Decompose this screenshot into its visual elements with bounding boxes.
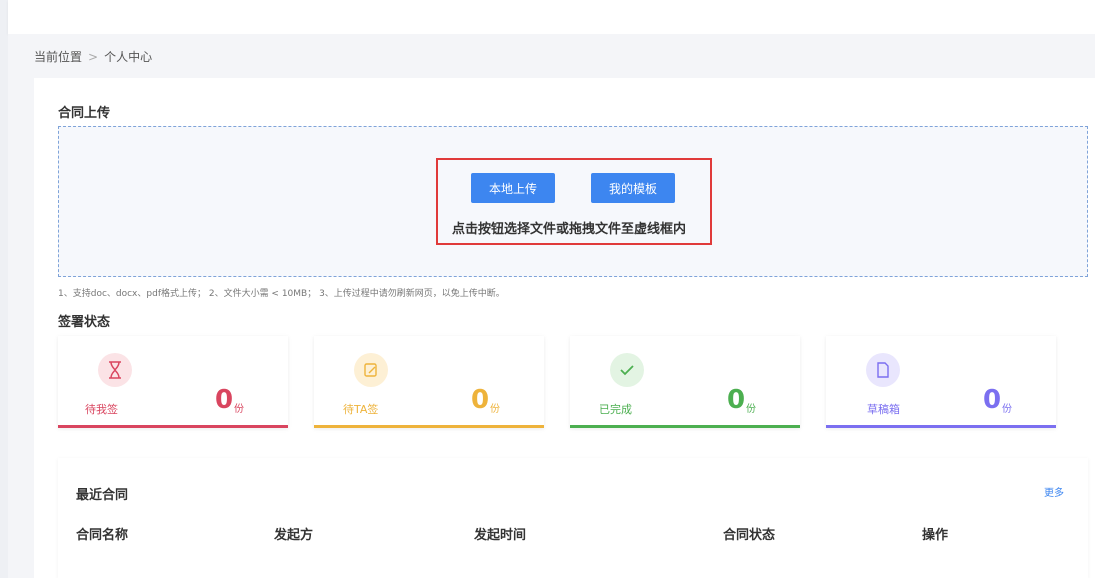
status-card-label: 已完成 bbox=[599, 403, 632, 416]
status-card-unit: 份 bbox=[1002, 404, 1012, 415]
status-card-label: 草稿箱 bbox=[867, 403, 900, 416]
hourglass-icon bbox=[109, 361, 121, 379]
recent-contracts-title: 最近合同 bbox=[76, 488, 129, 503]
upload-notes: 1、支持doc、docx、pdf格式上传； 2、文件大小需 < 10MB； 3、… bbox=[58, 289, 505, 299]
column-header-initiator: 发起方 bbox=[274, 528, 314, 543]
my-template-button[interactable]: 我的模板 bbox=[591, 173, 675, 203]
breadcrumb-label: 当前位置 bbox=[34, 50, 83, 64]
upload-hint-text: 点击按钮选择文件或拖拽文件至虚线框内 bbox=[452, 222, 687, 237]
status-card-bar bbox=[314, 425, 544, 428]
status-card-count: 0 bbox=[983, 385, 1002, 415]
status-card-bar bbox=[58, 425, 288, 428]
status-card-unit: 份 bbox=[234, 404, 244, 415]
status-card-unit: 份 bbox=[746, 404, 756, 415]
status-card-label: 待TA签 bbox=[343, 403, 379, 416]
status-section-title: 签署状态 bbox=[58, 315, 111, 330]
recent-contracts-panel: 最近合同 更多 合同名称 发起方 发起时间 合同状态 操作 bbox=[58, 458, 1088, 578]
edit-note-icon bbox=[364, 363, 377, 377]
more-link[interactable]: 更多 bbox=[1044, 484, 1064, 499]
breadcrumb-current[interactable]: 个人中心 bbox=[104, 48, 152, 65]
column-header-contract-status: 合同状态 bbox=[723, 528, 776, 543]
status-card-label: 待我签 bbox=[85, 403, 118, 416]
status-card-completed[interactable]: 已完成 0 份 bbox=[570, 336, 800, 428]
column-header-actions: 操作 bbox=[922, 528, 949, 543]
status-card-unit: 份 bbox=[490, 404, 500, 415]
status-card-pending-other[interactable]: 待TA签 0 份 bbox=[314, 336, 544, 428]
status-card-drafts[interactable]: 草稿箱 0 份 bbox=[826, 336, 1056, 428]
column-header-initiated-time: 发起时间 bbox=[474, 528, 527, 543]
top-bar bbox=[8, 0, 1095, 34]
status-card-count: 0 bbox=[727, 385, 746, 415]
status-card-count: 0 bbox=[215, 385, 234, 415]
local-upload-button[interactable]: 本地上传 bbox=[471, 173, 555, 203]
breadcrumb-separator: > bbox=[88, 49, 99, 64]
status-card-bar bbox=[570, 425, 800, 428]
status-card-pending-me[interactable]: 待我签 0 份 bbox=[58, 336, 288, 428]
upload-section-title: 合同上传 bbox=[58, 106, 111, 121]
check-icon bbox=[620, 365, 634, 376]
breadcrumb: 当前位置 > 个人中心 bbox=[34, 48, 152, 65]
status-card-bar bbox=[826, 425, 1056, 428]
left-strip bbox=[0, 0, 8, 578]
column-header-contract-name: 合同名称 bbox=[76, 528, 129, 543]
status-card-count: 0 bbox=[471, 385, 490, 415]
document-icon bbox=[877, 362, 889, 378]
